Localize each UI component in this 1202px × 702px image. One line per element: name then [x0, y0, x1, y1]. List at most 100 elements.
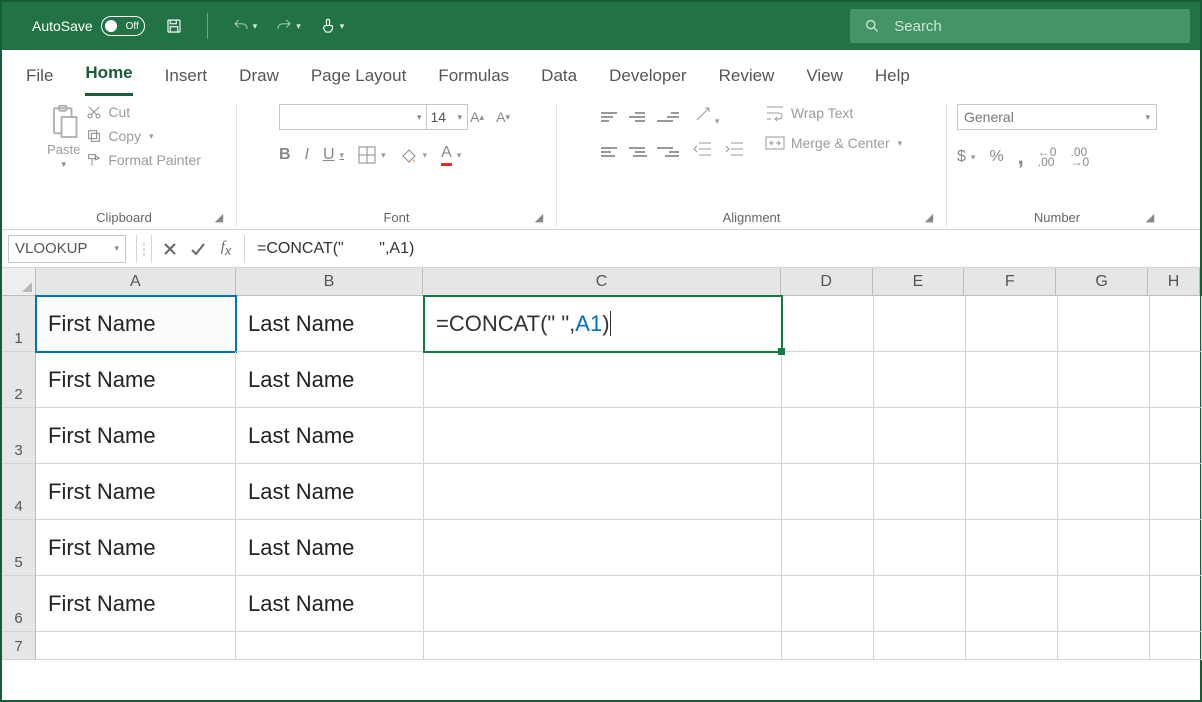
cell-F6[interactable] [966, 576, 1058, 632]
cell-G1[interactable] [1058, 296, 1150, 352]
comma-button[interactable]: , [1018, 144, 1024, 170]
copy-button[interactable]: Copy▾ [86, 128, 201, 144]
cell-E1[interactable] [874, 296, 966, 352]
cell-A7[interactable] [36, 632, 236, 660]
cell-F3[interactable] [966, 408, 1058, 464]
row-header[interactable]: 3 [2, 408, 36, 464]
autosave-toggle[interactable]: AutoSave Off [32, 16, 145, 36]
cell-G3[interactable] [1058, 408, 1150, 464]
cell-G5[interactable] [1058, 520, 1150, 576]
tab-file[interactable]: File [26, 66, 53, 96]
insert-function-icon[interactable]: fx [212, 235, 240, 263]
cell-G6[interactable] [1058, 576, 1150, 632]
cell-H2[interactable] [1150, 352, 1202, 408]
tab-data[interactable]: Data [541, 66, 577, 96]
col-header-A[interactable]: A [36, 268, 236, 295]
tab-view[interactable]: View [806, 66, 843, 96]
cell-D1[interactable] [782, 296, 874, 352]
cell-A3[interactable]: First Name [36, 408, 236, 464]
col-header-G[interactable]: G [1056, 268, 1148, 295]
alignment-launcher-icon[interactable]: ◢ [922, 211, 936, 225]
col-header-E[interactable]: E [873, 268, 965, 295]
cell-D4[interactable] [782, 464, 874, 520]
cell-G2[interactable] [1058, 352, 1150, 408]
tab-page-layout[interactable]: Page Layout [311, 66, 406, 96]
paste-button[interactable]: Paste ▾ [47, 104, 80, 170]
touch-mode-icon[interactable]: ▾ [319, 17, 345, 35]
cell-H1[interactable] [1150, 296, 1202, 352]
number-format-select[interactable]: General ▾ [957, 104, 1157, 130]
undo-icon[interactable]: ▾ [232, 17, 258, 35]
tab-help[interactable]: Help [875, 66, 910, 96]
cell-A2[interactable]: First Name [36, 352, 236, 408]
row-header[interactable]: 1 [2, 296, 36, 352]
fill-color-button[interactable]: ▾ [400, 146, 428, 164]
col-header-F[interactable]: F [964, 268, 1056, 295]
tab-developer[interactable]: Developer [609, 66, 687, 96]
cell-E3[interactable] [874, 408, 966, 464]
align-center-icon[interactable] [629, 141, 651, 163]
align-right-icon[interactable] [657, 141, 679, 163]
increase-indent-icon[interactable] [725, 141, 749, 163]
cell-A1[interactable]: First Name [36, 296, 236, 352]
row-header[interactable]: 7 [2, 632, 36, 660]
tab-home[interactable]: Home [85, 63, 132, 96]
cell-B6[interactable]: Last Name [236, 576, 424, 632]
italic-button[interactable]: I [305, 146, 309, 164]
row-header[interactable]: 6 [2, 576, 36, 632]
cell-F7[interactable] [966, 632, 1058, 660]
search-input[interactable] [894, 18, 1176, 35]
cell-D7[interactable] [782, 632, 874, 660]
cell-B2[interactable]: Last Name [236, 352, 424, 408]
col-header-H[interactable]: H [1148, 268, 1200, 295]
font-color-button[interactable]: A▾ [441, 144, 461, 166]
cell-C2[interactable] [424, 352, 782, 408]
increase-decimal-icon[interactable]: ←0.00 [1038, 147, 1057, 167]
cell-C6[interactable] [424, 576, 782, 632]
underline-button[interactable]: U▾ [323, 146, 344, 164]
font-name-input[interactable] [279, 104, 429, 130]
toggle-switch[interactable]: Off [101, 16, 145, 36]
align-middle-icon[interactable] [629, 106, 651, 128]
cell-G4[interactable] [1058, 464, 1150, 520]
number-launcher-icon[interactable]: ◢ [1143, 211, 1157, 225]
cell-H6[interactable] [1150, 576, 1202, 632]
row-header[interactable]: 2 [2, 352, 36, 408]
borders-button[interactable]: ▾ [358, 146, 386, 164]
decrease-decimal-icon[interactable]: .00→0 [1070, 147, 1089, 167]
clipboard-launcher-icon[interactable]: ◢ [212, 211, 226, 225]
cell-B5[interactable]: Last Name [236, 520, 424, 576]
cell-A4[interactable]: First Name [36, 464, 236, 520]
formula-input[interactable] [249, 235, 1200, 263]
cell-E2[interactable] [874, 352, 966, 408]
cut-button[interactable]: Cut [86, 104, 201, 120]
align-bottom-icon[interactable] [657, 106, 679, 128]
increase-font-icon[interactable]: A▴ [466, 106, 488, 128]
cell-H5[interactable] [1150, 520, 1202, 576]
cell-C3[interactable] [424, 408, 782, 464]
cell-C5[interactable] [424, 520, 782, 576]
cell-E4[interactable] [874, 464, 966, 520]
cell-D3[interactable] [782, 408, 874, 464]
cell-C1[interactable]: =CONCAT(" ",A1) [424, 296, 782, 352]
save-icon[interactable] [165, 17, 183, 35]
tab-review[interactable]: Review [719, 66, 775, 96]
merge-center-button[interactable]: Merge & Center▾ [765, 134, 902, 152]
cell-F1[interactable] [966, 296, 1058, 352]
cell-E6[interactable] [874, 576, 966, 632]
currency-button[interactable]: $▾ [957, 148, 975, 166]
enter-formula-icon[interactable] [184, 235, 212, 263]
row-header[interactable]: 4 [2, 464, 36, 520]
col-header-D[interactable]: D [781, 268, 873, 295]
cell-F2[interactable] [966, 352, 1058, 408]
tab-draw[interactable]: Draw [239, 66, 279, 96]
cell-C4[interactable] [424, 464, 782, 520]
cell-B4[interactable]: Last Name [236, 464, 424, 520]
cell-A6[interactable]: First Name [36, 576, 236, 632]
cell-E7[interactable] [874, 632, 966, 660]
cell-E5[interactable] [874, 520, 966, 576]
cell-F5[interactable] [966, 520, 1058, 576]
cell-B7[interactable] [236, 632, 424, 660]
cell-F4[interactable] [966, 464, 1058, 520]
select-all-button[interactable] [2, 268, 36, 295]
